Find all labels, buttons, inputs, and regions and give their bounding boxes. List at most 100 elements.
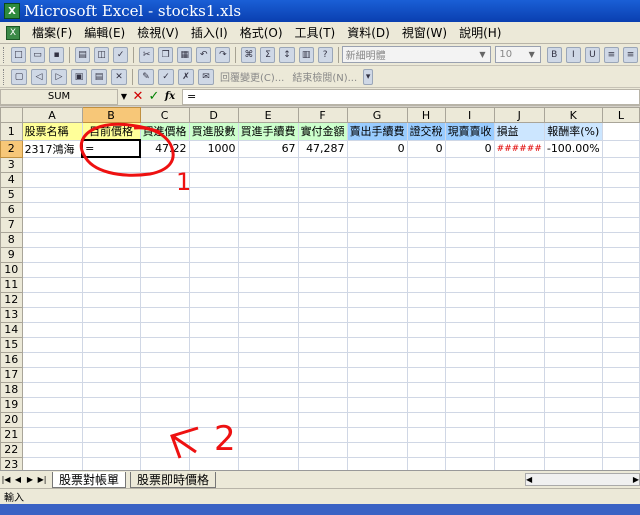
font-name-select[interactable]: 新細明體 ▼ bbox=[341, 46, 492, 63]
cell[interactable] bbox=[601, 276, 640, 293]
cell[interactable] bbox=[601, 381, 640, 398]
cell[interactable] bbox=[493, 261, 545, 278]
reject-change-icon[interactable]: ✗ bbox=[178, 68, 194, 85]
cell[interactable] bbox=[406, 456, 446, 470]
cell[interactable]: 現賣賣收 bbox=[444, 122, 495, 141]
cell[interactable] bbox=[444, 336, 495, 353]
cell[interactable] bbox=[237, 336, 299, 353]
cell[interactable] bbox=[237, 291, 299, 308]
row-header[interactable]: 23 bbox=[0, 456, 23, 470]
cell[interactable] bbox=[444, 426, 495, 443]
undo-icon[interactable]: ↶ bbox=[196, 46, 212, 63]
cell[interactable] bbox=[543, 396, 603, 413]
cell[interactable]: 0 bbox=[346, 139, 408, 158]
cell[interactable] bbox=[444, 411, 495, 428]
cell[interactable] bbox=[139, 231, 190, 248]
scroll-left-icon[interactable]: ◀ bbox=[526, 475, 532, 484]
cell[interactable] bbox=[297, 336, 348, 353]
row-header[interactable]: 19 bbox=[0, 396, 23, 413]
cell[interactable] bbox=[406, 321, 446, 338]
cell[interactable] bbox=[237, 411, 299, 428]
cell[interactable] bbox=[346, 246, 408, 263]
cell[interactable] bbox=[601, 396, 640, 413]
cell[interactable] bbox=[21, 381, 83, 398]
cell[interactable] bbox=[81, 456, 141, 470]
menu-window[interactable]: 視窗(W) bbox=[396, 24, 453, 41]
cell[interactable] bbox=[493, 246, 545, 263]
menu-insert[interactable]: 插入(I) bbox=[185, 24, 234, 41]
cell[interactable] bbox=[21, 366, 83, 383]
chart-icon[interactable]: ▥ bbox=[298, 46, 314, 63]
cell[interactable] bbox=[21, 396, 83, 413]
cell[interactable] bbox=[406, 306, 446, 323]
insert-function-icon[interactable]: fx bbox=[162, 91, 178, 102]
cell[interactable] bbox=[188, 156, 239, 173]
sort-icon[interactable]: ↕ bbox=[279, 46, 295, 63]
cell[interactable] bbox=[346, 171, 408, 188]
row-header[interactable]: 18 bbox=[0, 381, 23, 398]
cell[interactable] bbox=[188, 336, 239, 353]
cell[interactable] bbox=[493, 426, 545, 443]
horizontal-scrollbar[interactable]: ◀ ▶ bbox=[525, 473, 640, 486]
cell[interactable] bbox=[139, 411, 190, 428]
cell[interactable] bbox=[444, 171, 495, 188]
cell[interactable] bbox=[493, 366, 545, 383]
cell[interactable] bbox=[81, 306, 141, 323]
hyperlink-icon[interactable]: ⌘ bbox=[241, 46, 257, 63]
copy-icon[interactable]: ❐ bbox=[158, 46, 174, 63]
cell[interactable] bbox=[406, 351, 446, 368]
column-header[interactable]: C bbox=[139, 107, 190, 123]
cell[interactable] bbox=[21, 246, 83, 263]
spelling-icon[interactable]: ✓ bbox=[113, 46, 129, 63]
cell[interactable] bbox=[21, 171, 83, 188]
cell[interactable] bbox=[21, 411, 83, 428]
toolbar-grip[interactable] bbox=[3, 68, 6, 85]
cell[interactable] bbox=[444, 441, 495, 458]
cell[interactable]: 買進股數 bbox=[188, 122, 239, 141]
cell[interactable] bbox=[188, 246, 239, 263]
save-icon[interactable]: ▪ bbox=[48, 46, 65, 63]
cell[interactable] bbox=[406, 291, 446, 308]
cell[interactable] bbox=[444, 396, 495, 413]
cell[interactable] bbox=[601, 366, 640, 383]
cell[interactable] bbox=[346, 426, 408, 443]
cell[interactable] bbox=[493, 411, 545, 428]
cell[interactable] bbox=[601, 426, 640, 443]
underline-icon[interactable]: U bbox=[584, 46, 600, 63]
cell[interactable] bbox=[81, 381, 141, 398]
menu-format[interactable]: 格式(O) bbox=[234, 24, 289, 41]
cell[interactable] bbox=[188, 321, 239, 338]
cell[interactable] bbox=[297, 276, 348, 293]
cell[interactable] bbox=[237, 351, 299, 368]
cell[interactable] bbox=[237, 396, 299, 413]
row-header[interactable]: 14 bbox=[0, 321, 23, 338]
row-header[interactable]: 12 bbox=[0, 291, 23, 308]
column-header[interactable]: B bbox=[81, 107, 141, 123]
cell[interactable] bbox=[543, 276, 603, 293]
row-header[interactable]: 13 bbox=[0, 306, 23, 323]
cell[interactable] bbox=[543, 351, 603, 368]
column-header[interactable]: A bbox=[21, 107, 83, 123]
cell[interactable] bbox=[81, 216, 141, 233]
cell[interactable] bbox=[346, 351, 408, 368]
cell[interactable] bbox=[297, 426, 348, 443]
cell[interactable] bbox=[346, 321, 408, 338]
show-comment-icon[interactable]: ▣ bbox=[71, 68, 87, 85]
cell[interactable] bbox=[139, 426, 190, 443]
cell[interactable] bbox=[406, 156, 446, 173]
row-header[interactable]: 21 bbox=[0, 426, 23, 443]
cell[interactable] bbox=[139, 366, 190, 383]
cell[interactable] bbox=[601, 306, 640, 323]
cell[interactable] bbox=[346, 261, 408, 278]
cell[interactable] bbox=[81, 291, 141, 308]
cell[interactable] bbox=[21, 156, 83, 173]
cell[interactable] bbox=[297, 381, 348, 398]
cell[interactable] bbox=[601, 122, 640, 141]
cell[interactable] bbox=[444, 231, 495, 248]
cell[interactable] bbox=[601, 171, 640, 188]
italic-icon[interactable]: I bbox=[565, 46, 581, 63]
cell[interactable] bbox=[139, 336, 190, 353]
cell[interactable] bbox=[297, 306, 348, 323]
accept-change-icon[interactable]: ✓ bbox=[158, 68, 174, 85]
cell[interactable] bbox=[543, 156, 603, 173]
